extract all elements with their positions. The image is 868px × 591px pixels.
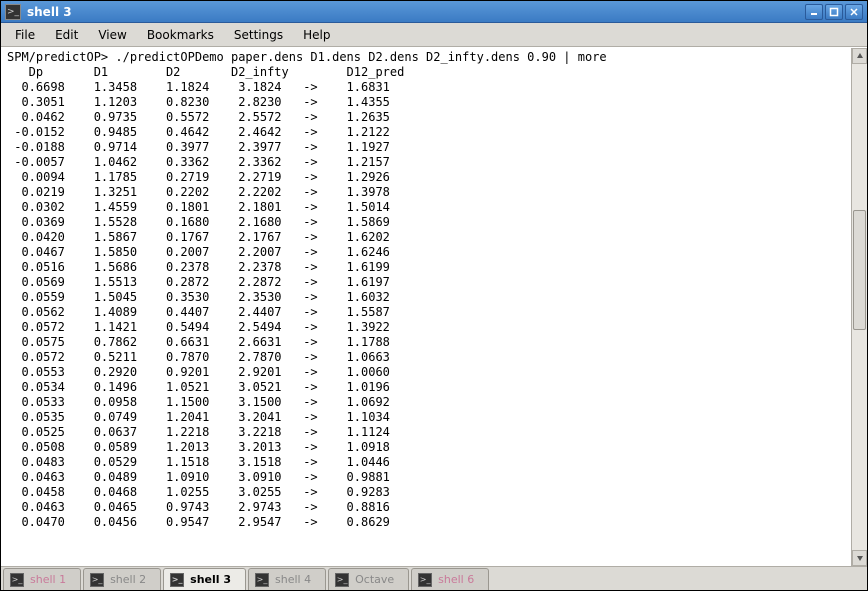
- scroll-track[interactable]: [852, 64, 867, 550]
- window-frame: >_ shell 3 File Edit View Bookmarks Sett…: [0, 0, 868, 591]
- terminal-icon: >_: [90, 573, 104, 587]
- menu-help[interactable]: Help: [293, 25, 340, 45]
- tab-label: shell 3: [190, 573, 231, 586]
- terminal-viewport[interactable]: SPM/predictOP> ./predictOPDemo paper.den…: [1, 47, 867, 566]
- tab-label: Octave: [355, 573, 394, 586]
- tab-label: shell 4: [275, 573, 311, 586]
- terminal-app-icon: >_: [5, 4, 21, 20]
- terminal-icon: >_: [255, 573, 269, 587]
- titlebar: >_ shell 3: [1, 1, 867, 23]
- scroll-thumb[interactable]: [853, 210, 866, 330]
- window-title: shell 3: [27, 5, 803, 19]
- tabbar: >_ shell 1 >_ shell 2 >_ shell 3 >_ shell 4 >_ Oc…: [1, 566, 867, 590]
- minimize-button[interactable]: [805, 4, 823, 20]
- tab-label: shell 1: [30, 573, 66, 586]
- menu-view[interactable]: View: [88, 25, 136, 45]
- tab-shell-1[interactable]: >_ shell 1: [3, 568, 81, 590]
- tab-octave[interactable]: >_ Octave: [328, 568, 409, 590]
- menu-settings[interactable]: Settings: [224, 25, 293, 45]
- scroll-down-button[interactable]: [852, 550, 867, 566]
- maximize-button[interactable]: [825, 4, 843, 20]
- menu-file[interactable]: File: [5, 25, 45, 45]
- menu-edit[interactable]: Edit: [45, 25, 88, 45]
- tab-shell-2[interactable]: >_ shell 2: [83, 568, 161, 590]
- terminal-icon: >_: [335, 573, 349, 587]
- menubar: File Edit View Bookmarks Settings Help: [1, 23, 867, 47]
- tab-shell-4[interactable]: >_ shell 4: [248, 568, 326, 590]
- terminal-icon: >_: [170, 573, 184, 587]
- tab-label: shell 6: [438, 573, 474, 586]
- vertical-scrollbar[interactable]: [851, 48, 867, 566]
- close-button[interactable]: [845, 4, 863, 20]
- terminal-output: SPM/predictOP> ./predictOPDemo paper.den…: [7, 50, 861, 530]
- tab-label: shell 2: [110, 573, 146, 586]
- terminal-icon: >_: [418, 573, 432, 587]
- menu-bookmarks[interactable]: Bookmarks: [137, 25, 224, 45]
- terminal-icon: >_: [10, 573, 24, 587]
- scroll-up-button[interactable]: [852, 48, 867, 64]
- tab-shell-6[interactable]: >_ shell 6: [411, 568, 489, 590]
- tab-shell-3[interactable]: >_ shell 3: [163, 568, 246, 590]
